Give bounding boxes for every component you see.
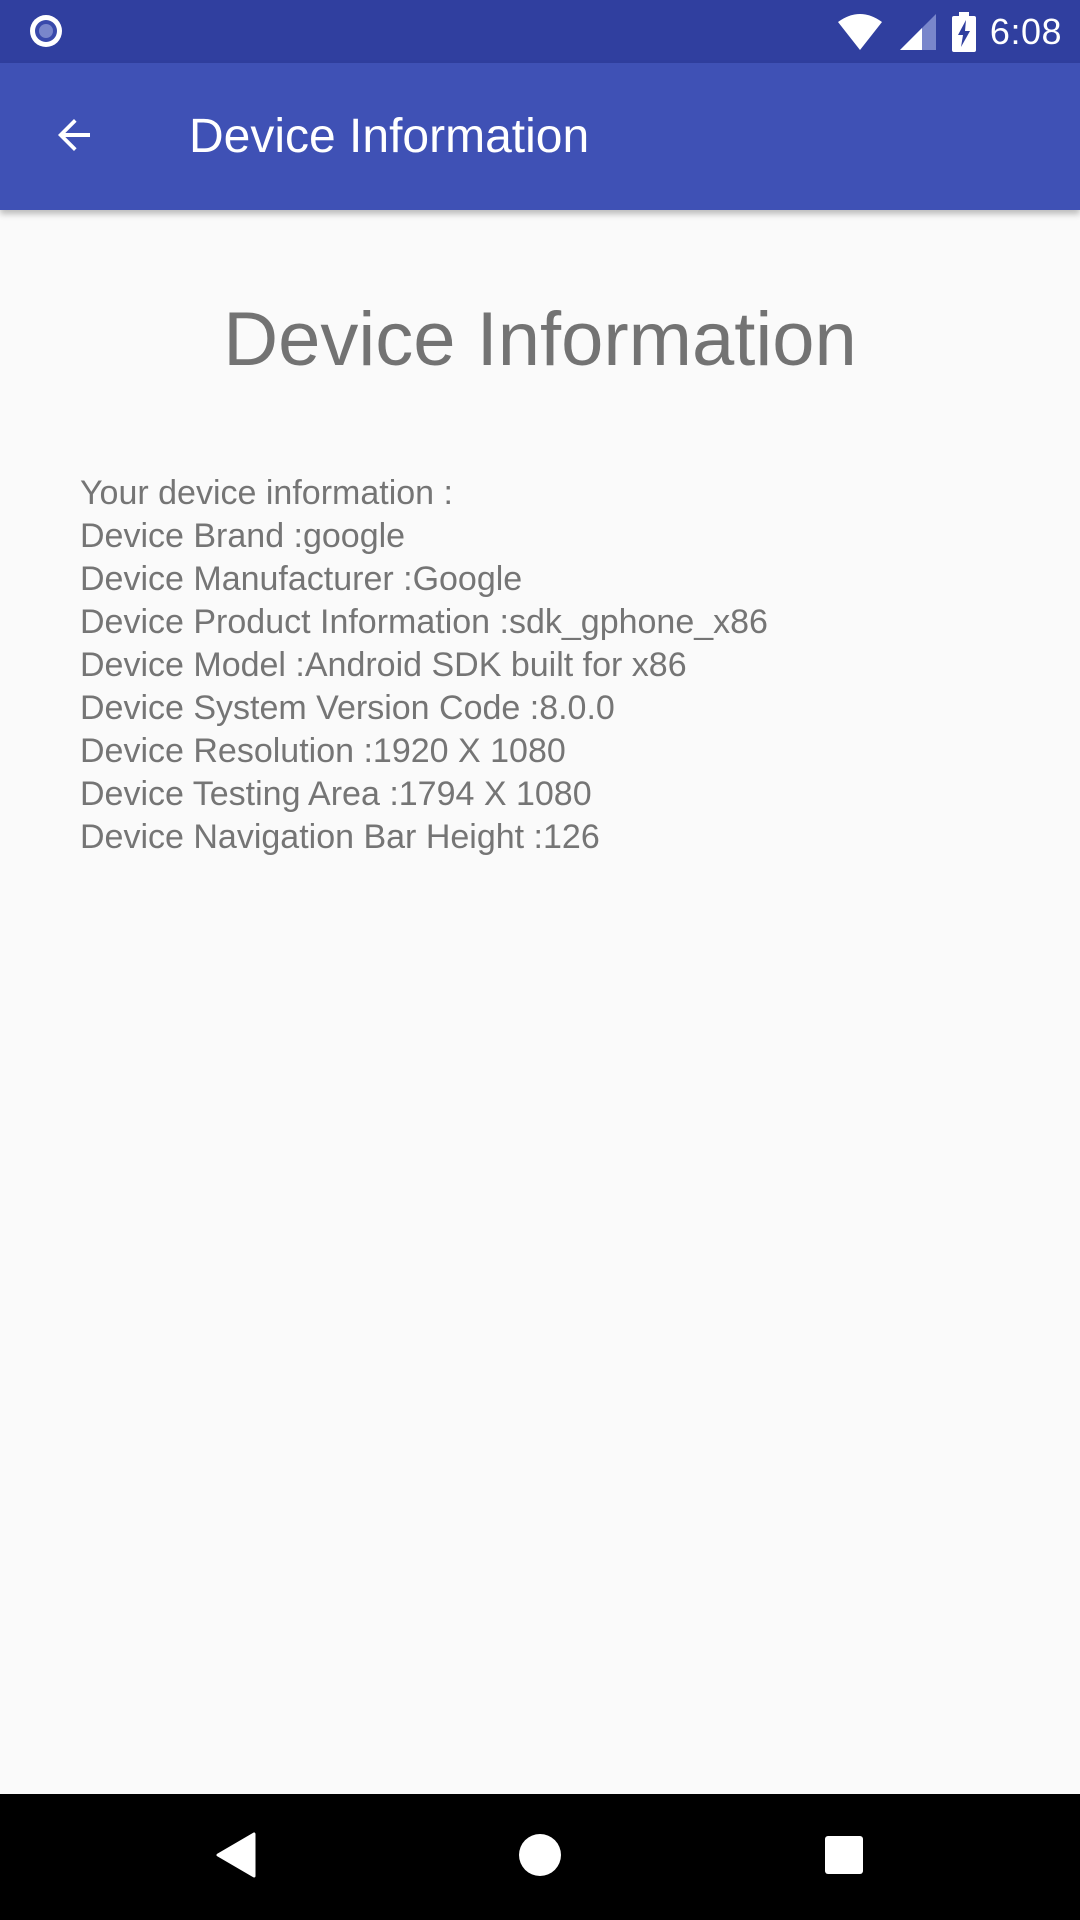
info-line-model: Device Model :Android SDK built for x86 (80, 646, 687, 684)
sync-circle-icon (28, 13, 64, 49)
info-line-version: Device System Version Code :8.0.0 (80, 689, 615, 727)
nav-back-button[interactable] (206, 1827, 266, 1887)
info-line-testing-area: Device Testing Area :1794 X 1080 (80, 775, 592, 813)
battery-charging-icon (951, 11, 976, 52)
info-line-brand: Device Brand :google (80, 517, 406, 555)
status-bar: 6:08 (0, 0, 1080, 63)
device-info-list: Your device information : Device Brand :… (80, 472, 1040, 859)
nav-home-button[interactable] (510, 1827, 570, 1887)
info-line-product: Device Product Information :sdk_gphone_x… (80, 603, 768, 641)
back-triangle-icon (214, 1832, 258, 1882)
status-icons: 6:08 (836, 0, 1062, 63)
app-bar: Device Information (0, 63, 1080, 210)
arrow-back-icon (50, 111, 98, 163)
navigation-bar (0, 1794, 1080, 1920)
home-circle-icon (518, 1833, 562, 1881)
page-heading: Device Information (223, 297, 857, 382)
screen: 6:08 Device Information Device Informati… (0, 0, 1080, 1920)
info-line-resolution: Device Resolution :1920 X 1080 (80, 732, 566, 770)
info-line-manufacturer: Device Manufacturer :Google (80, 560, 523, 598)
back-button[interactable] (30, 93, 118, 181)
nav-recents-button[interactable] (814, 1827, 874, 1887)
recents-square-icon (824, 1835, 864, 1879)
status-time: 6:08 (989, 10, 1062, 52)
info-line-intro: Your device information : (80, 474, 453, 512)
info-line-nav-bar-height: Device Navigation Bar Height :126 (80, 818, 600, 856)
wifi-icon (836, 12, 884, 52)
app-bar-title: Device Information (189, 110, 590, 163)
signal-icon (898, 12, 938, 52)
